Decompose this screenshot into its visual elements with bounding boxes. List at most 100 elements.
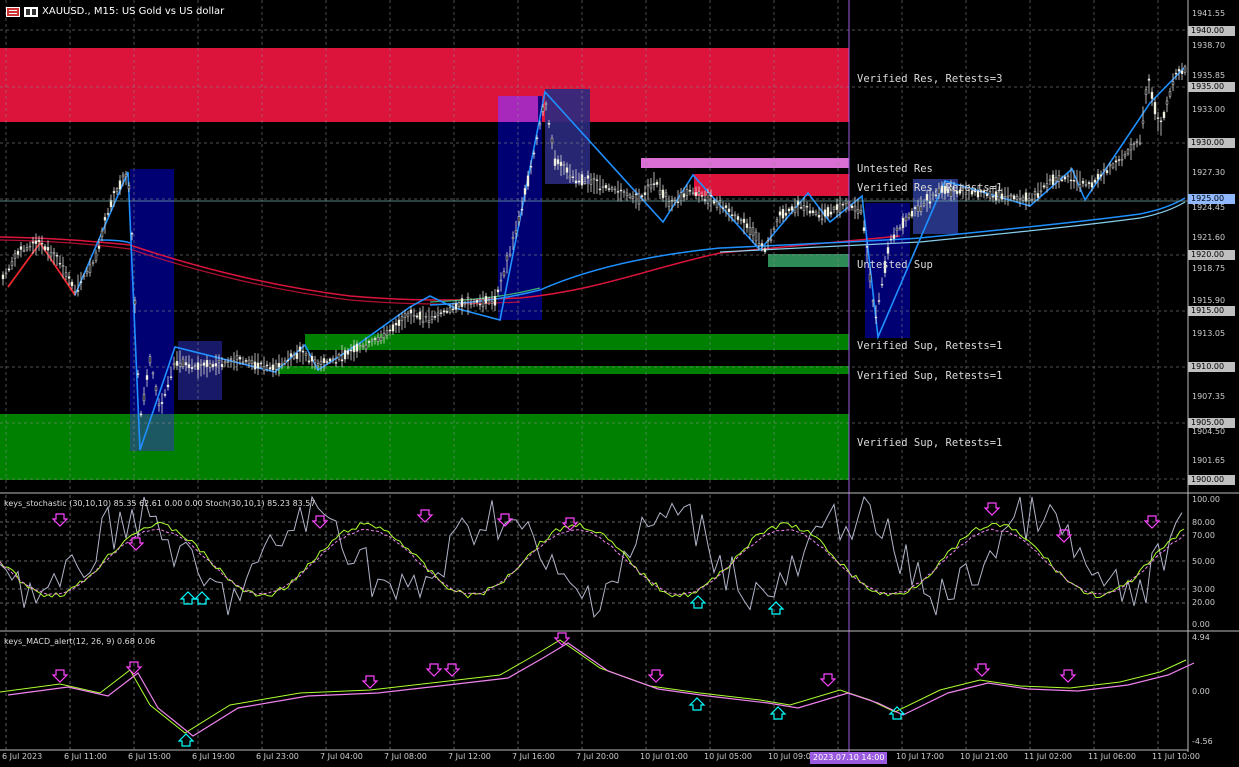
candle-body [547,122,551,125]
candle-body [235,355,239,360]
candle-body [919,206,923,212]
candle-body [1171,81,1175,86]
untested-res-zone [641,158,849,168]
candle-body [31,241,35,244]
candle-body [760,243,764,246]
stoch-header: keys_stochastic (30,10,10) 85.35 62.61 0… [4,499,316,508]
candle-body [913,207,917,209]
candle-body [1111,163,1115,169]
candle-body [385,330,389,336]
candle-body [316,362,320,366]
price-tick: 1907.35 [1192,392,1226,401]
candle-body [73,291,77,293]
candle-body [529,166,533,168]
candle-body [13,253,17,259]
candle-body [148,356,152,364]
candle-body [892,234,896,239]
candle-body [322,358,326,363]
candle-body [19,246,23,250]
candle-body [85,271,89,274]
candle-body [457,302,461,307]
candle-body [187,364,191,368]
candle-body [856,209,860,214]
candle-body [1108,164,1112,167]
candle-body [442,310,446,313]
candle-body [52,252,56,254]
candle-body [430,315,434,320]
stoch-level: 20.00 [1192,598,1215,607]
candle-body [301,350,305,353]
candle-body [100,230,104,238]
candle-body [415,315,419,318]
session-box [498,96,542,320]
time-tick: 6 Jul 11:00 [64,752,107,761]
candle-body [175,360,179,366]
down-arrow-icon [973,663,991,677]
up-arrow-icon [769,706,787,720]
price-level-box: 1940.00 [1188,26,1235,36]
candle-body [97,245,101,249]
candle-body [931,194,935,197]
stoch-level: 30.00 [1192,585,1215,594]
candle-body [607,188,611,190]
time-tick: 6 Jul 15:00 [128,752,171,761]
stoch-level: 100.00 [1192,495,1220,504]
down-arrow-icon [425,663,443,677]
candle-body [544,103,548,105]
candle-body [1096,173,1100,180]
candle-body [757,243,761,246]
candle-body [562,164,566,166]
candle-body [613,188,617,191]
candle-body [499,279,503,282]
candle-body [709,195,713,197]
candle-body [154,386,158,391]
zone-label-untested-sup: Untested Sup [857,259,933,271]
candle-body [88,264,92,273]
candle-body [91,262,95,264]
candle-body [604,184,608,189]
up-arrow-icon [177,733,195,747]
candle-body [694,192,698,196]
candle-body [1159,120,1163,123]
candle-body [655,182,659,185]
candle-body [274,363,278,370]
candle-body [742,218,746,223]
candle-body [193,365,197,368]
candle-body [244,360,248,362]
chart-canvas[interactable] [0,0,1239,767]
candle-body [748,227,752,235]
candle-body [478,303,482,306]
candle-body [898,227,902,230]
candle-body [496,289,500,293]
candle-body [1015,196,1019,200]
session-box-green [130,414,174,451]
candle-body [511,237,515,240]
candle-body [628,194,632,198]
candle-body [319,360,323,365]
candle-body [112,191,116,194]
candle-body [637,193,641,205]
candle-body [643,192,647,195]
candle-body [76,290,80,292]
candle-body [1093,179,1097,183]
candle-body [421,320,425,324]
candle-body [712,199,716,204]
candle-body [286,359,290,362]
candle-body [1021,196,1025,201]
candle-body [508,253,512,256]
candle-body [433,316,437,318]
candle-body [400,316,404,321]
candle-body [1054,177,1058,182]
time-tick: 10 Jul 09:00 [768,752,816,761]
candle-body [853,205,857,212]
candle-body [568,175,572,179]
candle-body [1120,158,1124,161]
time-tick: 6 Jul 23:00 [256,752,299,761]
candle-body [106,213,110,215]
candle-body [1168,91,1172,97]
candle-body [733,214,737,217]
candle-body [763,248,767,253]
candle-body [1099,174,1103,177]
candle-body [1150,91,1154,99]
candle-body [220,363,224,368]
